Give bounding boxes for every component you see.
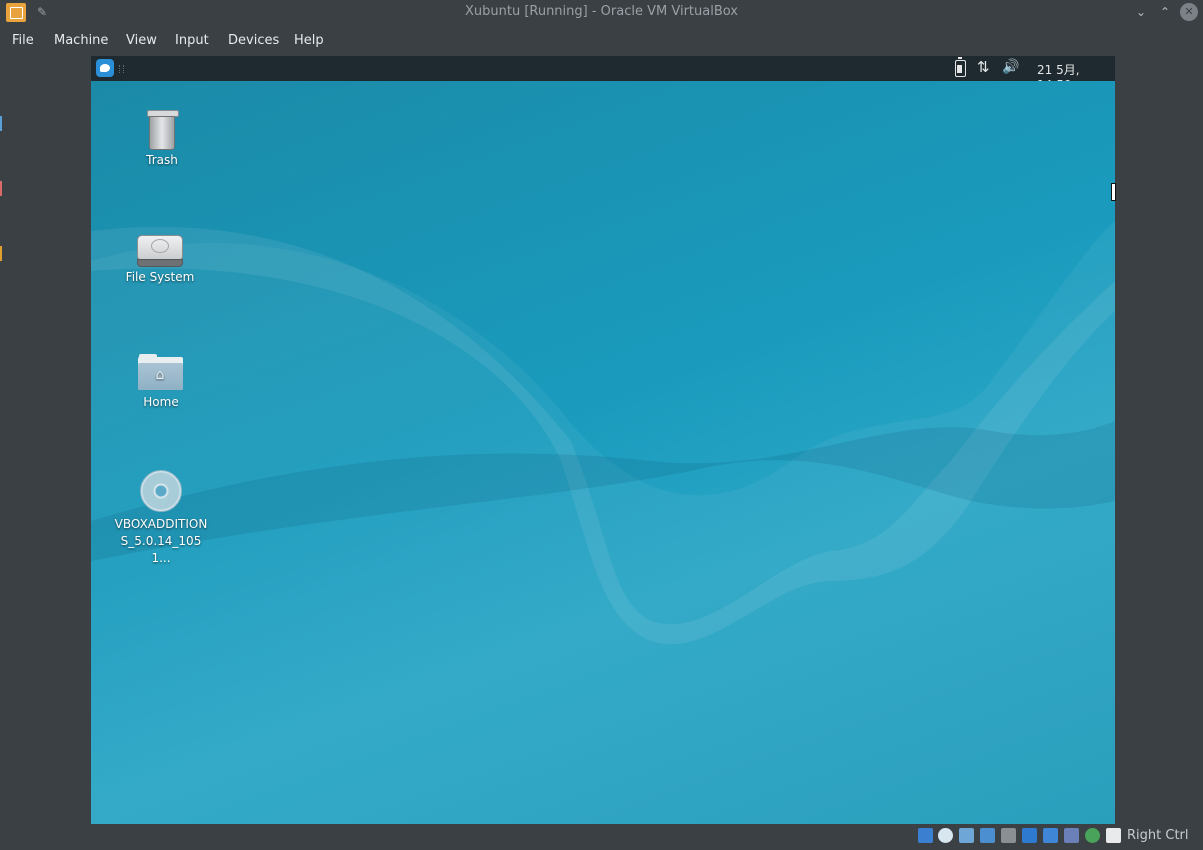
volume-icon[interactable]: 🔊 — [1002, 59, 1019, 75]
guest-screen[interactable]: ⇅ 🔊 21 5月, 14:59 Trash File System ⌂ Hom… — [91, 56, 1115, 824]
panel-handle-icon[interactable] — [119, 65, 124, 73]
home-folder-icon: ⌂ — [138, 354, 184, 390]
trash-icon — [147, 108, 179, 150]
recording-icon[interactable] — [1085, 828, 1100, 843]
menu-input[interactable]: Input — [175, 33, 209, 48]
battery-icon[interactable] — [955, 57, 966, 77]
menu-bar: File Machine View Input Devices Help — [0, 25, 1203, 56]
video-capture-icon[interactable] — [1043, 828, 1058, 843]
desktop-icon-trash[interactable]: Trash — [114, 108, 210, 169]
minimize-button[interactable]: ⌄ — [1132, 3, 1150, 21]
window-title-bar[interactable]: ✎ Xubuntu [Running] - Oracle VM VirtualB… — [0, 0, 1203, 25]
optical-drive-icon[interactable] — [938, 828, 953, 843]
xfce-top-panel: ⇅ 🔊 21 5月, 14:59 — [91, 56, 1115, 92]
drive-icon — [137, 235, 183, 267]
desktop-icon-label: Trash — [146, 153, 178, 167]
keyboard-icon[interactable] — [1106, 828, 1121, 843]
mouse-cursor — [1111, 183, 1116, 201]
hard-disk-icon[interactable] — [918, 828, 933, 843]
display-icon[interactable] — [1022, 828, 1037, 843]
desktop-icon-label: Home — [143, 395, 179, 409]
network-icon[interactable] — [1064, 828, 1079, 843]
maximize-button[interactable]: ⌃ — [1156, 3, 1174, 21]
desktop-icon-file-system[interactable]: File System — [112, 229, 208, 286]
desktop-icon-home[interactable]: ⌂ Home — [113, 350, 209, 411]
menu-devices[interactable]: Devices — [228, 33, 279, 48]
disc-icon — [140, 470, 182, 512]
menu-machine[interactable]: Machine — [54, 33, 108, 48]
host-key-label: Right Ctrl — [1127, 828, 1189, 843]
close-button[interactable]: ✕ — [1180, 3, 1198, 21]
menu-view[interactable]: View — [126, 33, 157, 48]
audio-icon[interactable] — [959, 828, 974, 843]
wallpaper-waves — [91, 221, 1115, 824]
usb-icon[interactable] — [980, 828, 995, 843]
menu-help[interactable]: Help — [294, 33, 324, 48]
desktop-icon-vboxadditions[interactable]: VBOXADDITIONS_5.0.14_1051... — [113, 470, 209, 567]
network-icon[interactable]: ⇅ — [977, 58, 990, 76]
whisker-menu-icon[interactable] — [96, 59, 114, 77]
vm-status-bar: Right Ctrl — [0, 824, 1203, 850]
desktop-background[interactable]: Trash File System ⌂ Home VBOXADDITIONS_5… — [91, 81, 1115, 824]
shared-folders-icon[interactable] — [1001, 828, 1016, 843]
window-title: Xubuntu [Running] - Oracle VM VirtualBox — [464, 4, 739, 19]
host-edge-stripe — [0, 86, 2, 316]
desktop-icon-label: File System — [125, 270, 195, 284]
menu-file[interactable]: File — [12, 33, 34, 48]
desktop-icon-label: VBOXADDITIONS_5.0.14_1051... — [114, 517, 208, 565]
